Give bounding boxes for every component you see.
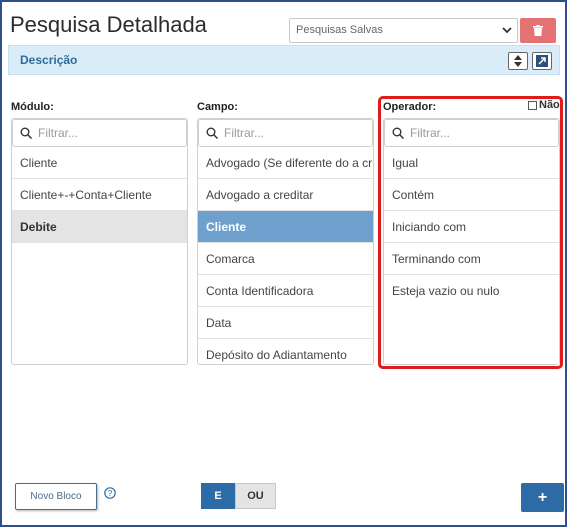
sort-icon bbox=[514, 55, 522, 67]
campo-item[interactable]: Data bbox=[198, 307, 373, 339]
or-toggle-button[interactable]: OU bbox=[235, 483, 276, 509]
novo-bloco-button[interactable]: Novo Bloco bbox=[15, 483, 97, 510]
campo-item[interactable]: Advogado (Se diferente do a cr bbox=[198, 147, 373, 179]
campo-item[interactable]: Conta Identificadora bbox=[198, 275, 373, 307]
help-icon[interactable]: ? bbox=[104, 487, 116, 499]
and-toggle-button[interactable]: E bbox=[201, 483, 235, 509]
campo-label: Campo: bbox=[197, 101, 238, 113]
description-bar[interactable]: Descrição bbox=[8, 45, 560, 75]
saved-searches-select[interactable]: Pesquisas Salvas bbox=[289, 18, 518, 43]
modulo-label: Módulo: bbox=[11, 101, 54, 113]
modulo-item[interactable]: Cliente+-+Conta+Cliente bbox=[12, 179, 187, 211]
modulo-item-selected[interactable]: Debite bbox=[12, 211, 187, 243]
search-icon bbox=[20, 127, 32, 139]
trash-icon bbox=[533, 25, 543, 36]
description-label: Descrição bbox=[20, 53, 78, 67]
expand-icon bbox=[536, 55, 548, 67]
svg-text:?: ? bbox=[108, 489, 113, 498]
campo-item[interactable]: Comarca bbox=[198, 243, 373, 275]
campo-item[interactable]: Advogado a creditar bbox=[198, 179, 373, 211]
search-icon bbox=[206, 127, 218, 139]
modulo-item[interactable]: Cliente bbox=[12, 147, 187, 179]
add-button[interactable]: + bbox=[521, 483, 564, 512]
modulo-panel: Filtrar... Cliente Cliente+-+Conta+Clien… bbox=[11, 118, 188, 365]
sort-button[interactable] bbox=[508, 52, 528, 70]
modulo-filter-input[interactable]: Filtrar... bbox=[12, 119, 187, 147]
expand-button[interactable] bbox=[532, 52, 552, 70]
saved-searches-value: Pesquisas Salvas bbox=[296, 24, 383, 36]
campo-item[interactable]: Depósito do Adiantamento bbox=[198, 339, 373, 364]
filter-placeholder: Filtrar... bbox=[38, 126, 79, 140]
filter-placeholder: Filtrar... bbox=[224, 126, 265, 140]
campo-filter-input[interactable]: Filtrar... bbox=[198, 119, 373, 147]
delete-saved-search-button[interactable] bbox=[520, 18, 556, 43]
campo-item-selected[interactable]: Cliente bbox=[198, 211, 373, 243]
operador-highlight bbox=[378, 96, 563, 369]
campo-panel: Filtrar... Advogado (Se diferente do a c… bbox=[197, 118, 374, 365]
page-title: Pesquisa Detalhada bbox=[10, 12, 207, 37]
chevron-down-icon bbox=[502, 27, 512, 34]
